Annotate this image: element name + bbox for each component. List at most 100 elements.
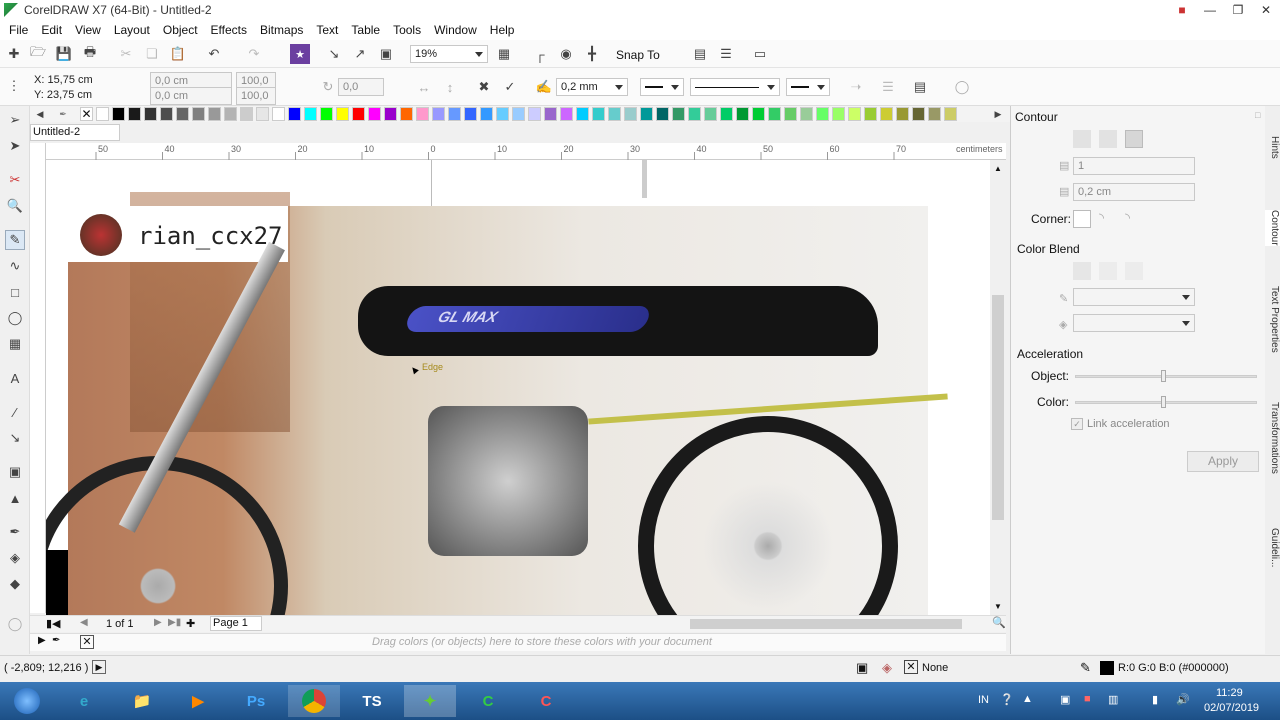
palette-swatch[interactable] (768, 107, 781, 121)
bevel-corner-icon[interactable]: ◝ (1125, 210, 1143, 228)
motorcycle-photo[interactable]: rian_ccx27 GL MAX (46, 192, 948, 615)
start-arrowhead-select[interactable] (640, 78, 684, 96)
palette-swatch[interactable] (208, 107, 221, 121)
palette-swatch[interactable] (368, 107, 381, 121)
taskbar-explorer-icon[interactable]: 📁 (116, 685, 168, 717)
taskbar-tsc-icon[interactable]: TS (346, 685, 398, 717)
palette-swatch[interactable] (448, 107, 461, 121)
scroll-down-icon[interactable]: ▼ (994, 602, 1002, 611)
palette-swatch[interactable] (640, 107, 653, 121)
guidelines-icon[interactable]: ╋ (582, 44, 602, 64)
rectangle-tool-icon[interactable]: □ (5, 282, 25, 302)
tab-transformations[interactable]: Transformations (1265, 402, 1280, 474)
outline-pen-status-icon[interactable]: ✎ (1080, 660, 1091, 676)
palette-swatch[interactable] (896, 107, 909, 121)
palette-swatch[interactable] (128, 107, 141, 121)
interactive-fill-icon[interactable]: ◈ (5, 548, 25, 568)
wrap-text-icon[interactable]: ☰ (878, 77, 898, 97)
palette-swatch[interactable] (320, 107, 333, 121)
height-field[interactable]: 0,0 cm (150, 87, 232, 105)
import-icon[interactable]: ↘ (324, 44, 344, 64)
palette-swatch[interactable] (608, 107, 621, 121)
page-last-icon[interactable]: ▶▮ (168, 617, 181, 628)
palette-swatch[interactable] (560, 107, 573, 121)
status-play-icon[interactable]: ▶ (92, 660, 106, 674)
color-proofing-icon[interactable]: ▣ (856, 660, 868, 676)
document-palette[interactable]: ▶ ✒ ✕ Drag colors (or objects) here to s… (30, 633, 1006, 651)
text-tool-icon[interactable]: A (5, 368, 25, 388)
add-page-icon[interactable]: ✚ (186, 617, 195, 630)
link-acceleration-checkbox[interactable]: ✓ (1071, 418, 1083, 430)
palette-swatch[interactable] (944, 107, 957, 121)
zoom-tool-icon[interactable]: 🔍 (5, 196, 25, 216)
tab-hints[interactable]: Hints (1265, 136, 1280, 159)
outside-contour-icon[interactable] (1125, 130, 1143, 148)
tray-app-icon[interactable]: ▣ (1060, 693, 1070, 706)
clock-date[interactable]: 02/07/2019 (1204, 702, 1259, 714)
export-icon[interactable]: ↗ (350, 44, 370, 64)
taskbar-coreldraw-icon[interactable]: ✦ (404, 685, 456, 717)
user-icon[interactable]: ■ (1168, 0, 1196, 20)
eyedropper-icon[interactable]: ✒ (5, 522, 25, 542)
ellipse-tool-icon[interactable]: ◯ (5, 308, 25, 328)
options-icon[interactable]: ▤ (690, 44, 710, 64)
palette-swatch[interactable] (112, 107, 125, 121)
palette-swatch[interactable] (512, 107, 525, 121)
transparency-icon[interactable]: ▲ (5, 488, 25, 508)
view-icon[interactable]: ◉ (556, 44, 576, 64)
palette-swatch[interactable] (400, 107, 413, 121)
palette-swatch[interactable] (784, 107, 797, 121)
palette-swatch[interactable] (336, 107, 349, 121)
taskbar-ie-icon[interactable]: e (58, 685, 110, 717)
palette-swatch[interactable] (704, 107, 717, 121)
palette-swatch[interactable] (912, 107, 925, 121)
colorwell-play-icon[interactable]: ▶ (38, 635, 46, 646)
object-accel-slider[interactable] (1075, 375, 1257, 378)
application-launcher-icon[interactable]: ☰ (716, 44, 736, 64)
menu-view[interactable]: View (75, 23, 101, 37)
menu-effects[interactable]: Effects (211, 23, 247, 37)
copy-icon[interactable]: ❏ (142, 44, 162, 64)
cut-icon[interactable]: ✂ (116, 44, 136, 64)
crop-tool-icon[interactable]: ✂ (5, 170, 25, 190)
restore-button[interactable]: ❐ (1224, 0, 1252, 20)
palette-swatch[interactable] (496, 107, 509, 121)
docker-close-icon[interactable]: □ (1255, 110, 1260, 120)
save-icon[interactable]: 💾 (54, 44, 74, 64)
artistic-media-icon[interactable]: ∿ (5, 256, 25, 276)
palette-swatch[interactable] (240, 107, 253, 121)
outline-color-select[interactable] (1073, 288, 1195, 306)
open-folder-icon[interactable]: 🗁 (28, 44, 48, 64)
shape-tool-icon[interactable]: ➤ (5, 136, 25, 156)
menu-edit[interactable]: Edit (41, 23, 62, 37)
palette-swatch[interactable] (288, 107, 301, 121)
close-button[interactable]: ✕ (1252, 0, 1280, 20)
publish-pdf-icon[interactable]: ▣ (376, 44, 396, 64)
tab-contour[interactable]: Contour (1265, 210, 1280, 246)
palette-swatch[interactable] (720, 107, 733, 121)
new-document-icon[interactable]: ✚ (4, 44, 24, 64)
palette-swatch[interactable] (672, 107, 685, 121)
menu-window[interactable]: Window (434, 23, 477, 37)
drop-shadow-icon[interactable]: ▣ (5, 462, 25, 482)
horizontal-scroll-thumb[interactable] (690, 619, 962, 629)
freehand-tool-icon[interactable]: ✎ (5, 230, 25, 250)
mirror-horizontal-icon[interactable]: ↔ (414, 77, 434, 97)
node-edit-icon[interactable]: ✓ (500, 77, 520, 97)
palette-swatch[interactable] (592, 107, 605, 121)
palette-swatch[interactable] (848, 107, 861, 121)
paste-icon[interactable]: 📋 (168, 44, 188, 64)
fill-color-select[interactable] (1073, 314, 1195, 332)
linear-blend-icon[interactable] (1073, 262, 1091, 280)
page-first-icon[interactable]: ▮◀ (46, 617, 61, 630)
clock-time[interactable]: 11:29 (1216, 687, 1243, 699)
smart-fill-icon[interactable]: ◆ (5, 574, 25, 594)
zoom-to-page-icon[interactable]: ▦ (494, 44, 514, 64)
tray-antivirus-icon[interactable]: ■ (1084, 693, 1091, 705)
palette-swatch[interactable] (224, 107, 237, 121)
palette-swatch[interactable] (192, 107, 205, 121)
menu-help[interactable]: Help (490, 23, 515, 37)
tab-text-properties[interactable]: Text Properties (1265, 286, 1280, 353)
rulers-icon[interactable]: ┌ (530, 44, 550, 64)
palette-swatch[interactable] (576, 107, 589, 121)
